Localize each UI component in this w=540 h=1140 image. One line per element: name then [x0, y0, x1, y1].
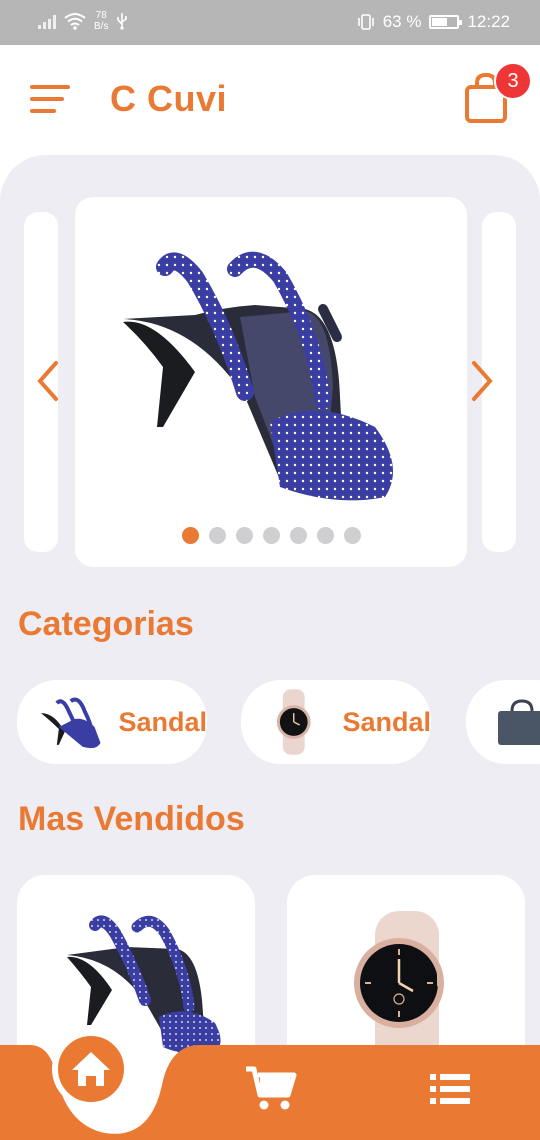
net-speed-value: 78 — [95, 10, 107, 21]
carousel-dot[interactable] — [316, 527, 334, 544]
main-content: Categorias Sandal Sandal Mas Vendidos — [0, 155, 540, 1140]
carousel-dot[interactable] — [262, 527, 280, 544]
net-speed: 78 B/s — [94, 10, 108, 32]
carousel-dot[interactable] — [181, 527, 199, 544]
sandal-thumbnail-icon — [40, 697, 101, 749]
carousel-dot[interactable] — [208, 527, 226, 544]
categories-title: Categorias — [18, 605, 194, 643]
sandal-image — [123, 251, 393, 501]
clock: 12:22 — [467, 12, 510, 31]
status-right: 63 % 12:22 — [357, 12, 510, 32]
cart-count-badge: 3 — [494, 62, 532, 100]
laptop-bag-thumbnail-icon — [498, 699, 540, 745]
app-header: C Cuvi — [0, 45, 540, 155]
category-label: Sandal — [342, 706, 431, 737]
net-speed-unit: B/s — [94, 21, 109, 32]
vibrate-icon — [357, 14, 374, 30]
app-title: C Cuvi — [110, 78, 228, 119]
menu-icon[interactable] — [30, 85, 72, 115]
chevron-right-icon[interactable] — [468, 358, 498, 404]
signal-icon — [38, 13, 56, 29]
category-label: Sandal — [118, 706, 207, 737]
carousel-dot[interactable] — [235, 527, 253, 544]
battery-icon — [429, 15, 463, 29]
category-chip-sandal[interactable]: Sandal — [17, 680, 207, 764]
home-icon — [72, 1052, 110, 1086]
home-nav-button[interactable] — [52, 1030, 130, 1108]
carousel-dot[interactable] — [343, 527, 361, 544]
bottom-navigation — [0, 1030, 540, 1140]
category-chip-bag[interactable] — [466, 680, 540, 764]
usb-icon — [117, 13, 128, 30]
best-sellers-title: Mas Vendidos — [18, 800, 245, 838]
battery-percent: 63 % — [382, 12, 422, 31]
smartwatch-thumbnail-icon — [276, 689, 311, 755]
carousel-slide[interactable] — [75, 197, 467, 567]
list-icon[interactable] — [430, 1073, 472, 1105]
status-bar: 78 B/s 63 % 12:22 — [0, 0, 540, 45]
cart-icon[interactable] — [244, 1063, 298, 1113]
chevron-left-icon[interactable] — [32, 358, 62, 404]
battery-fill — [432, 18, 448, 26]
carousel-dot[interactable] — [289, 527, 307, 544]
carousel-pagination — [75, 527, 467, 544]
category-chip-watch[interactable]: Sandal — [241, 680, 431, 764]
status-left: 78 B/s — [38, 10, 128, 32]
wifi-icon — [64, 13, 86, 30]
